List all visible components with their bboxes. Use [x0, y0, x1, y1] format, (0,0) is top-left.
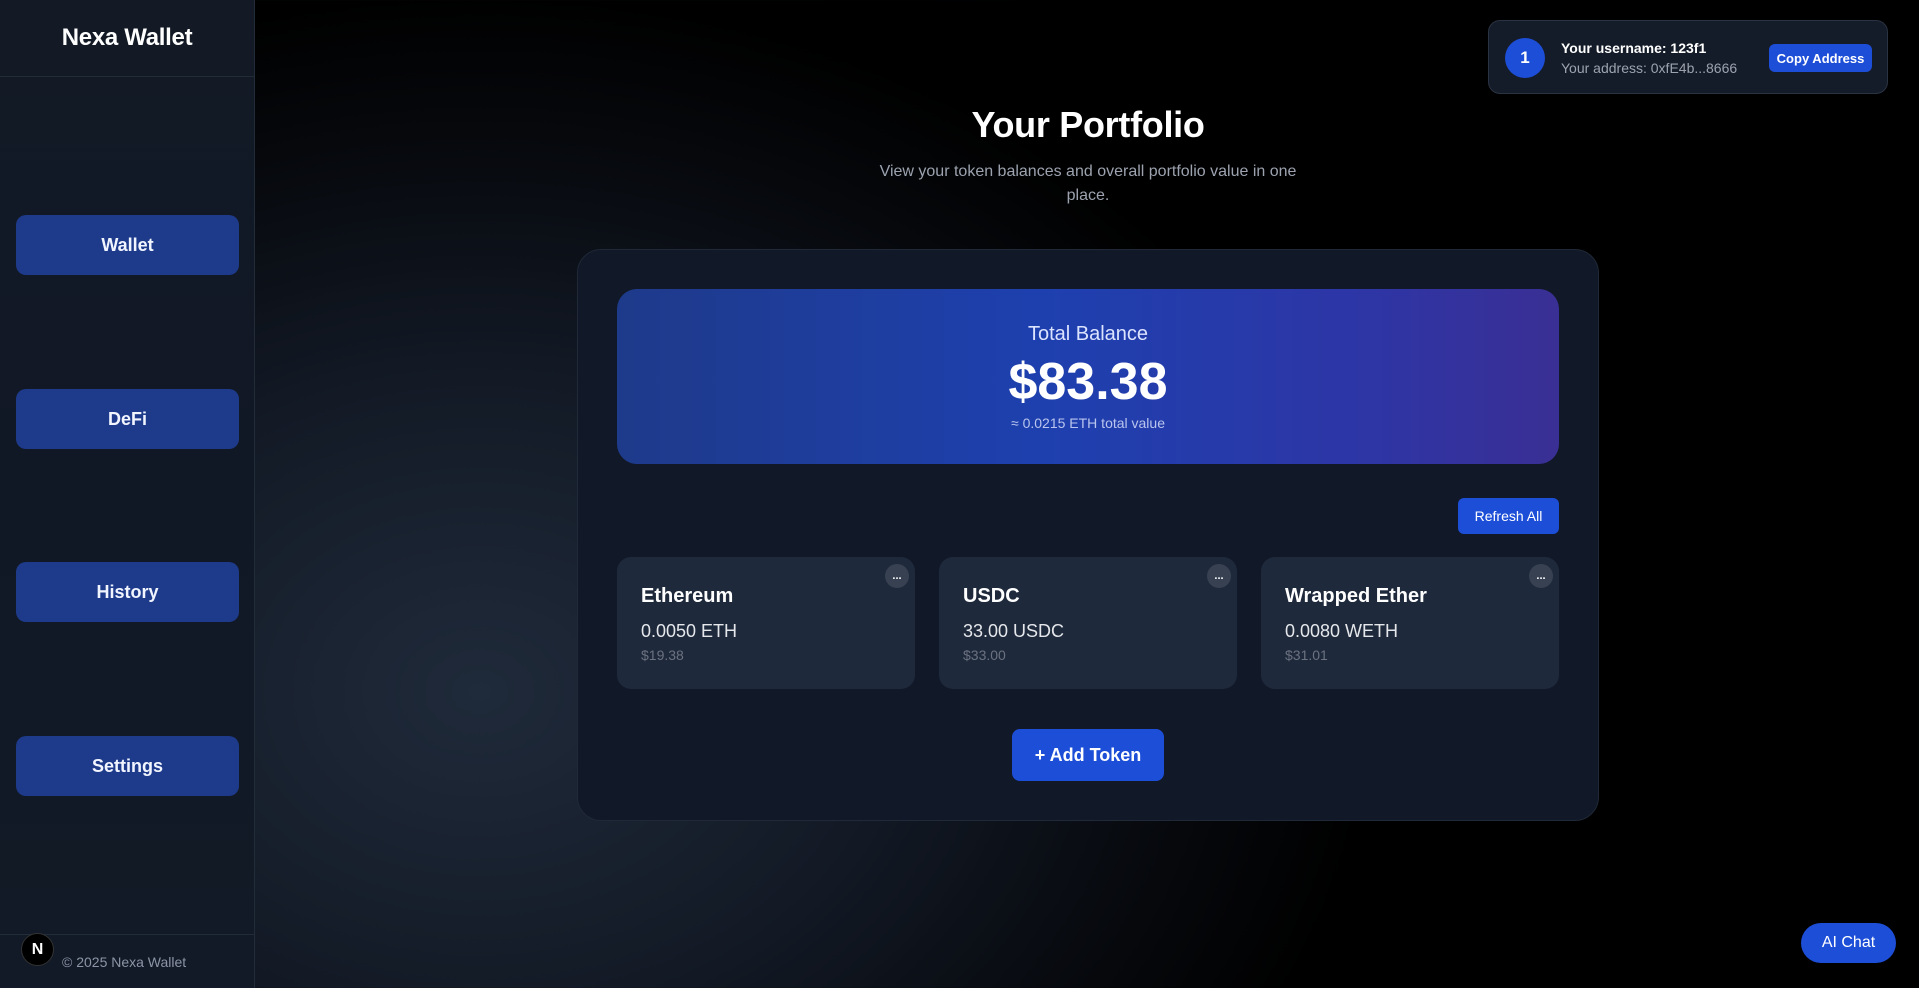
more-options-icon[interactable]: ...: [1529, 564, 1553, 588]
copyright-text: © 2025 Nexa Wallet: [62, 953, 187, 970]
address-text: Your address: 0xfE4b...8666: [1561, 60, 1738, 76]
token-amount: 0.0080 WETH: [1285, 621, 1399, 641]
token-usd-value: $19.38: [641, 647, 684, 663]
total-balance-value: $83.38: [1008, 353, 1168, 411]
total-balance-eth: ≈ 0.0215 ETH total value: [1011, 415, 1165, 431]
token-amount: 0.0050 ETH: [641, 621, 738, 641]
portfolio-panel: Total Balance $83.38 ≈ 0.0215 ETH total …: [577, 249, 1599, 821]
copy-address-button[interactable]: Copy Address: [1769, 44, 1872, 72]
token-amount: 33.00 USDC: [963, 621, 1065, 641]
total-balance-label: Total Balance: [1027, 323, 1149, 345]
refresh-all-button[interactable]: Refresh All: [1458, 498, 1559, 534]
sidebar-item-settings[interactable]: Settings: [16, 736, 239, 796]
add-token-button[interactable]: + Add Token: [1012, 729, 1164, 781]
next-dev-badge[interactable]: N: [21, 933, 54, 966]
token-card-wrapped-ether[interactable]: ... Wrapped Ether 0.0080 WETH $31.01: [1261, 557, 1559, 689]
sidebar: Nexa Wallet Wallet DeFi History Settings…: [0, 0, 255, 988]
token-card-ethereum[interactable]: ... Ethereum 0.0050 ETH $19.38: [617, 557, 915, 689]
page-title: Your Portfolio: [971, 104, 1205, 145]
more-options-icon[interactable]: ...: [1207, 564, 1231, 588]
token-name: Ethereum: [641, 585, 734, 607]
avatar: 1: [1505, 38, 1545, 78]
ai-chat-button[interactable]: AI Chat: [1801, 923, 1896, 963]
page-subtitle: View your token balances and overall por…: [879, 163, 1297, 204]
sidebar-item-wallet[interactable]: Wallet: [16, 215, 239, 275]
token-usd-value: $31.01: [1285, 647, 1328, 663]
token-card-usdc[interactable]: ... USDC 33.00 USDC $33.00: [939, 557, 1237, 689]
sidebar-item-history[interactable]: History: [16, 562, 239, 622]
token-name: Wrapped Ether: [1285, 585, 1427, 607]
total-balance-card: Total Balance $83.38 ≈ 0.0215 ETH total …: [617, 289, 1559, 464]
token-usd-value: $33.00: [963, 647, 1006, 663]
more-options-icon[interactable]: ...: [885, 564, 909, 588]
token-name: USDC: [963, 585, 1020, 607]
username-text: Your username: 123f1: [1561, 40, 1707, 56]
brand-title: Nexa Wallet: [0, 0, 254, 77]
user-info-card: 1 Your username: 123f1 Your address: 0xf…: [1488, 20, 1888, 94]
sidebar-item-defi[interactable]: DeFi: [16, 389, 239, 449]
